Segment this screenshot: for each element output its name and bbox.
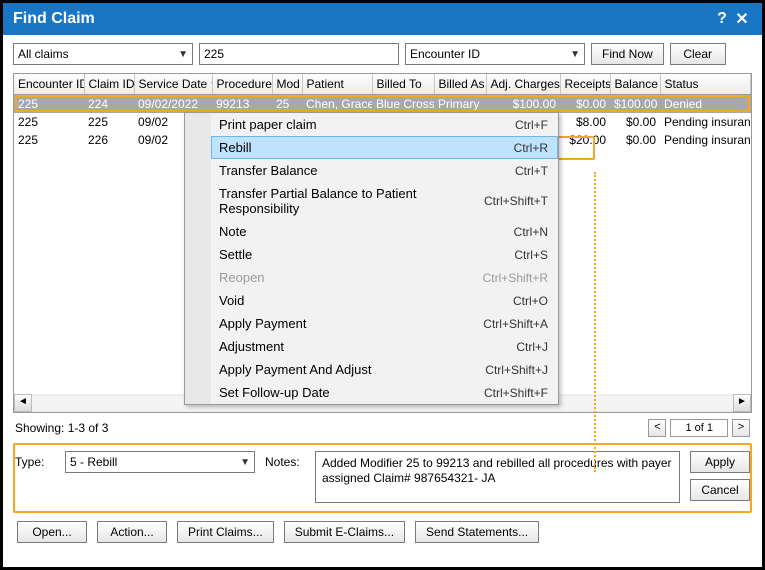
- help-button[interactable]: ?: [712, 10, 732, 28]
- titlebar: Find Claim ? ✕: [3, 3, 762, 35]
- menu-item[interactable]: Apply Payment And AdjustCtrl+Shift+J: [211, 358, 558, 381]
- column-header[interactable]: Patient: [302, 74, 372, 95]
- menu-item[interactable]: Transfer BalanceCtrl+T: [211, 159, 558, 182]
- window-title: Find Claim: [13, 10, 95, 28]
- menu-item[interactable]: Set Follow-up DateCtrl+Shift+F: [211, 381, 558, 404]
- form-row: Type: 5 - Rebill ▼ Notes: Added Modifier…: [3, 443, 762, 511]
- column-header[interactable]: Billed As: [434, 74, 486, 95]
- notes-value: Added Modifier 25 to 99213 and rebilled …: [322, 456, 672, 485]
- open-button[interactable]: Open...: [17, 521, 87, 543]
- column-header[interactable]: Status: [660, 74, 751, 95]
- menu-item[interactable]: Transfer Partial Balance to Patient Resp…: [211, 182, 558, 220]
- status-row: Showing: 1-3 of 3 < 1 of 1 >: [3, 413, 762, 443]
- search-by-combo[interactable]: Encounter ID ▼: [405, 43, 585, 65]
- action-button[interactable]: Action...: [97, 521, 167, 543]
- column-header[interactable]: Adj. Charges: [486, 74, 560, 95]
- send-statements-button[interactable]: Send Statements...: [415, 521, 539, 543]
- column-header[interactable]: Billed To: [372, 74, 434, 95]
- filter-combo[interactable]: All claims ▼: [13, 43, 193, 65]
- apply-button[interactable]: Apply: [690, 451, 750, 473]
- menu-item[interactable]: RebillCtrl+R: [211, 136, 558, 159]
- menu-item[interactable]: Print paper claimCtrl+F: [211, 113, 558, 136]
- column-header[interactable]: Balance: [610, 74, 660, 95]
- menu-item[interactable]: AdjustmentCtrl+J: [211, 335, 558, 358]
- menu-item[interactable]: VoidCtrl+O: [211, 289, 558, 312]
- column-header[interactable]: Procedure: [212, 74, 272, 95]
- page-display: 1 of 1: [670, 419, 728, 437]
- column-header[interactable]: Encounter ID: [14, 74, 84, 95]
- filter-combo-value: All claims: [18, 47, 69, 61]
- menu-item[interactable]: NoteCtrl+N: [211, 220, 558, 243]
- page-next-button[interactable]: >: [732, 419, 750, 437]
- column-header[interactable]: Service Date: [134, 74, 212, 95]
- menu-item[interactable]: SettleCtrl+S: [211, 243, 558, 266]
- print-claims-button[interactable]: Print Claims...: [177, 521, 274, 543]
- find-now-button[interactable]: Find Now: [591, 43, 664, 65]
- cancel-button[interactable]: Cancel: [690, 479, 750, 501]
- showing-label: Showing: 1-3 of 3: [15, 421, 108, 435]
- bottom-bar: Open... Action... Print Claims... Submit…: [3, 511, 762, 553]
- notes-textarea[interactable]: Added Modifier 25 to 99213 and rebilled …: [315, 451, 680, 503]
- scroll-left-button[interactable]: ◄: [14, 394, 32, 412]
- chevron-down-icon: ▼: [178, 49, 188, 60]
- search-input-value: 225: [204, 47, 224, 61]
- menu-item[interactable]: Apply PaymentCtrl+Shift+A: [211, 312, 558, 335]
- type-combo-value: 5 - Rebill: [70, 455, 117, 469]
- search-by-value: Encounter ID: [410, 47, 480, 61]
- type-label: Type:: [15, 451, 55, 469]
- scroll-right-button[interactable]: ►: [733, 394, 751, 412]
- column-header[interactable]: Mod: [272, 74, 302, 95]
- chevron-down-icon: ▼: [570, 49, 580, 60]
- clear-button[interactable]: Clear: [670, 43, 726, 65]
- table-row[interactable]: 22522409/02/20229921325Chen, GraceBlue C…: [14, 95, 751, 114]
- annotation-connector: [594, 172, 596, 472]
- column-header[interactable]: Claim ID: [84, 74, 134, 95]
- close-button[interactable]: ✕: [732, 9, 752, 29]
- chevron-down-icon: ▼: [240, 457, 250, 468]
- column-header[interactable]: Receipts: [560, 74, 610, 95]
- results-grid: Encounter IDClaim IDService DateProcedur…: [13, 73, 752, 413]
- type-combo[interactable]: 5 - Rebill ▼: [65, 451, 255, 473]
- search-toolbar: All claims ▼ 225 Encounter ID ▼ Find Now…: [3, 35, 762, 73]
- submit-eclaims-button[interactable]: Submit E-Claims...: [284, 521, 405, 543]
- menu-item: ReopenCtrl+Shift+R: [211, 266, 558, 289]
- notes-label: Notes:: [265, 451, 305, 469]
- search-input[interactable]: 225: [199, 43, 399, 65]
- page-prev-button[interactable]: <: [648, 419, 666, 437]
- context-menu: Print paper claimCtrl+FRebillCtrl+RTrans…: [184, 112, 559, 405]
